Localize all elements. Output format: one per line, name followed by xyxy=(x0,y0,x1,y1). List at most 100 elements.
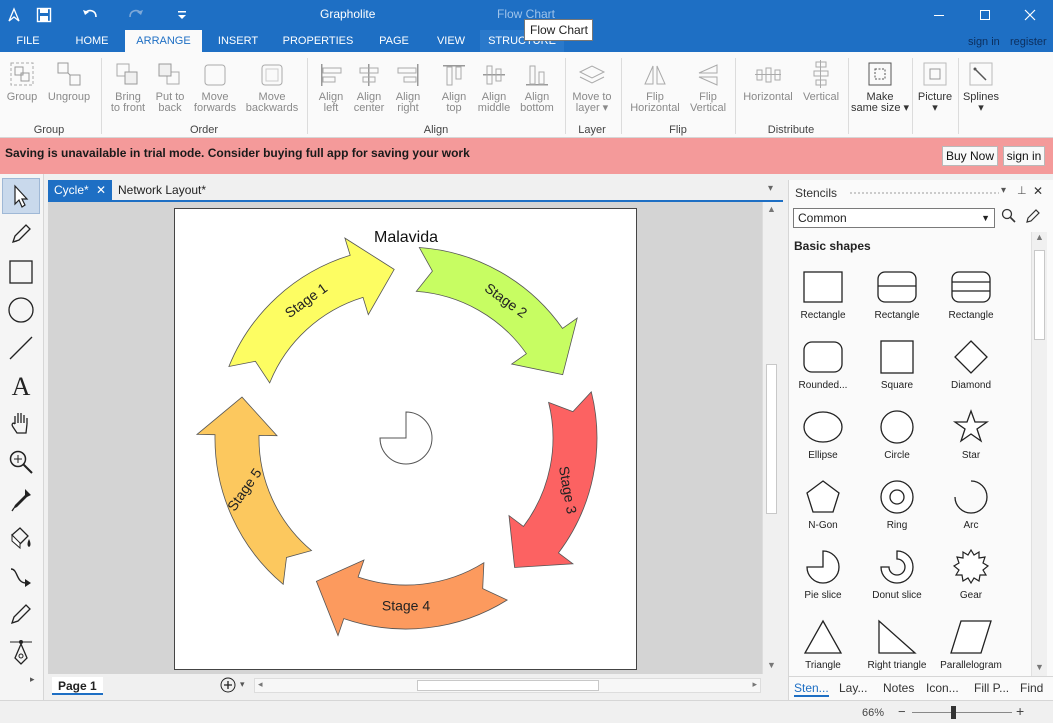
stencil-square[interactable]: Square xyxy=(860,338,934,408)
document-tab-cycle[interactable]: Cycle* ✕ xyxy=(48,180,112,200)
scroll-left-icon[interactable]: ◂ xyxy=(258,679,263,690)
stencil-star[interactable]: Star xyxy=(934,408,1008,478)
zoom-slider[interactable] xyxy=(912,712,1012,713)
trial-sign-in-button[interactable]: sign in xyxy=(1003,146,1045,166)
bring-to-front-button[interactable]: Bring to front xyxy=(106,56,150,114)
move-forwards-button[interactable]: Move forwards xyxy=(190,56,240,114)
pen-tool[interactable] xyxy=(2,216,40,252)
canvas-horizontal-scrollbar[interactable]: ◂ ▸ xyxy=(254,678,761,693)
tab-view[interactable]: VIEW xyxy=(430,30,472,52)
zoom-out-icon[interactable]: − xyxy=(898,704,906,719)
drawing-page[interactable]: Malavida Stage 1 Stage 2 Stage 3 Stage 4 Sta… xyxy=(174,208,637,670)
canvas-area[interactable]: Malavida Stage 1 Stage 2 Stage 3 Stage 4 Sta… xyxy=(48,202,762,674)
diagram-title[interactable]: Malavida xyxy=(374,229,438,246)
stencil-gear[interactable]: Gear xyxy=(934,548,1008,618)
buy-now-button[interactable]: Buy Now xyxy=(942,146,998,166)
make-same-size-button[interactable]: Make same size ▾ xyxy=(850,56,910,114)
stage-arrow-5[interactable]: Stage 5 xyxy=(195,396,313,586)
undo-icon[interactable] xyxy=(78,4,102,26)
rectangle-tool[interactable] xyxy=(2,254,40,290)
align-top-button[interactable]: Align top xyxy=(436,56,472,114)
side-tab-fill-patterns[interactable]: Fill P... xyxy=(974,681,1009,695)
stencil-scroll-up-icon[interactable]: ▲ xyxy=(1035,232,1044,242)
align-bottom-button[interactable]: Align bottom xyxy=(516,56,558,114)
distribute-vertical-button[interactable]: Vertical xyxy=(799,56,843,103)
tab-properties[interactable]: PROPERTIES xyxy=(280,30,356,52)
stencil-category-select[interactable]: Common ▼ xyxy=(793,208,995,228)
add-page-icon[interactable] xyxy=(220,677,236,696)
maximize-button[interactable] xyxy=(962,0,1008,30)
stencil-donut-slice[interactable]: Donut slice xyxy=(860,548,934,618)
align-center-button[interactable]: Align center xyxy=(350,56,388,114)
stage-arrow-4[interactable]: Stage 4 xyxy=(315,559,509,637)
side-tab-stencils[interactable]: Sten... xyxy=(794,681,829,697)
sign-in-link[interactable]: sign in xyxy=(968,36,1000,48)
tab-insert[interactable]: INSERT xyxy=(212,30,264,52)
picture-button[interactable]: Picture ▾ xyxy=(914,56,956,114)
stencil-rectangle[interactable]: Rectangle xyxy=(786,268,860,338)
canvas-vertical-scrollbar[interactable]: ▲ ▼ xyxy=(762,202,780,674)
panel-menu-icon[interactable]: ▾ xyxy=(1001,185,1006,196)
tab-file[interactable]: FILE xyxy=(8,30,48,52)
hand-tool[interactable] xyxy=(2,406,40,442)
distribute-horizontal-button[interactable]: Horizontal xyxy=(739,56,797,103)
vertical-scroll-thumb[interactable] xyxy=(766,364,777,514)
stage-arrow-1[interactable]: Stage 1 xyxy=(228,237,395,384)
stencil-scroll-down-icon[interactable]: ▼ xyxy=(1035,662,1044,672)
zoom-in-icon[interactable]: + xyxy=(1016,703,1024,719)
document-tab-network-layout[interactable]: Network Layout* xyxy=(112,180,232,200)
page-menu-icon[interactable]: ▾ xyxy=(240,679,245,690)
stencil-rounded-rectangle[interactable]: Rounded... xyxy=(786,338,860,408)
quick-access-menu-icon[interactable] xyxy=(170,4,194,26)
flip-vertical-button[interactable]: Flip Vertical xyxy=(686,56,730,114)
pointer-tool[interactable] xyxy=(2,178,40,214)
save-icon[interactable] xyxy=(32,4,56,26)
close-tab-icon[interactable]: ✕ xyxy=(96,180,106,200)
pencil-tool[interactable] xyxy=(2,596,40,632)
text-tool[interactable]: A xyxy=(2,368,40,404)
align-left-button[interactable]: Align left xyxy=(312,56,350,114)
align-right-button[interactable]: Align right xyxy=(390,56,426,114)
stencil-diamond[interactable]: Diamond xyxy=(934,338,1008,408)
scroll-up-icon[interactable]: ▲ xyxy=(767,204,776,214)
stencil-arc[interactable]: Arc xyxy=(934,478,1008,548)
tab-arrange[interactable]: ARRANGE xyxy=(125,30,202,52)
close-button[interactable] xyxy=(1007,0,1053,30)
stencil-pie-slice[interactable]: Pie slice xyxy=(786,548,860,618)
side-tab-layers[interactable]: Lay... xyxy=(839,681,867,695)
stencil-rectangle-3[interactable]: Rectangle xyxy=(934,268,1008,338)
tab-page[interactable]: PAGE xyxy=(372,30,416,52)
pin-icon[interactable]: ⊥ xyxy=(1017,184,1027,197)
flip-horizontal-button[interactable]: Flip Horizontal xyxy=(626,56,684,114)
put-to-back-button[interactable]: Put to back xyxy=(150,56,190,114)
move-to-layer-button[interactable]: Move to layer ▾ xyxy=(569,56,615,114)
stencils-scrollbar[interactable]: ▲ ▼ xyxy=(1031,232,1047,676)
scroll-down-icon[interactable]: ▼ xyxy=(767,660,776,670)
stencil-ring[interactable]: Ring xyxy=(860,478,934,548)
side-tab-notes[interactable]: Notes xyxy=(883,681,914,695)
page-tab[interactable]: Page 1 xyxy=(52,677,103,695)
tools-expand-icon[interactable]: ▸ xyxy=(30,674,35,685)
stencil-circle[interactable]: Circle xyxy=(860,408,934,478)
stage-arrow-3[interactable]: Stage 3 xyxy=(508,390,598,568)
horizontal-scroll-thumb[interactable] xyxy=(417,680,599,691)
document-tabs-menu-icon[interactable]: ▾ xyxy=(768,183,773,194)
paint-bucket-tool[interactable] xyxy=(2,520,40,556)
stage-arrow-2[interactable]: Stage 2 xyxy=(415,247,578,376)
redo-icon[interactable] xyxy=(124,4,148,26)
stencil-n-gon[interactable]: N-Gon xyxy=(786,478,860,548)
eyedropper-tool[interactable] xyxy=(2,482,40,518)
cycle-diagram[interactable]: Malavida Stage 1 Stage 2 Stage 3 Stage 4 Sta… xyxy=(175,209,636,669)
splines-button[interactable]: Splines ▾ xyxy=(960,56,1002,114)
minimize-button[interactable] xyxy=(916,0,962,30)
tab-home[interactable]: HOME xyxy=(68,30,116,52)
register-link[interactable]: register xyxy=(1010,36,1047,48)
stencil-scroll-thumb[interactable] xyxy=(1034,250,1045,340)
pie-shape[interactable] xyxy=(379,411,433,465)
stencil-rectangle-2[interactable]: Rectangle xyxy=(860,268,934,338)
stencil-search-icon[interactable] xyxy=(1001,208,1017,227)
stencil-edit-icon[interactable] xyxy=(1025,208,1041,227)
align-middle-button[interactable]: Align middle xyxy=(474,56,514,114)
spline-tool[interactable] xyxy=(2,634,40,670)
close-panel-icon[interactable]: ✕ xyxy=(1033,184,1043,198)
